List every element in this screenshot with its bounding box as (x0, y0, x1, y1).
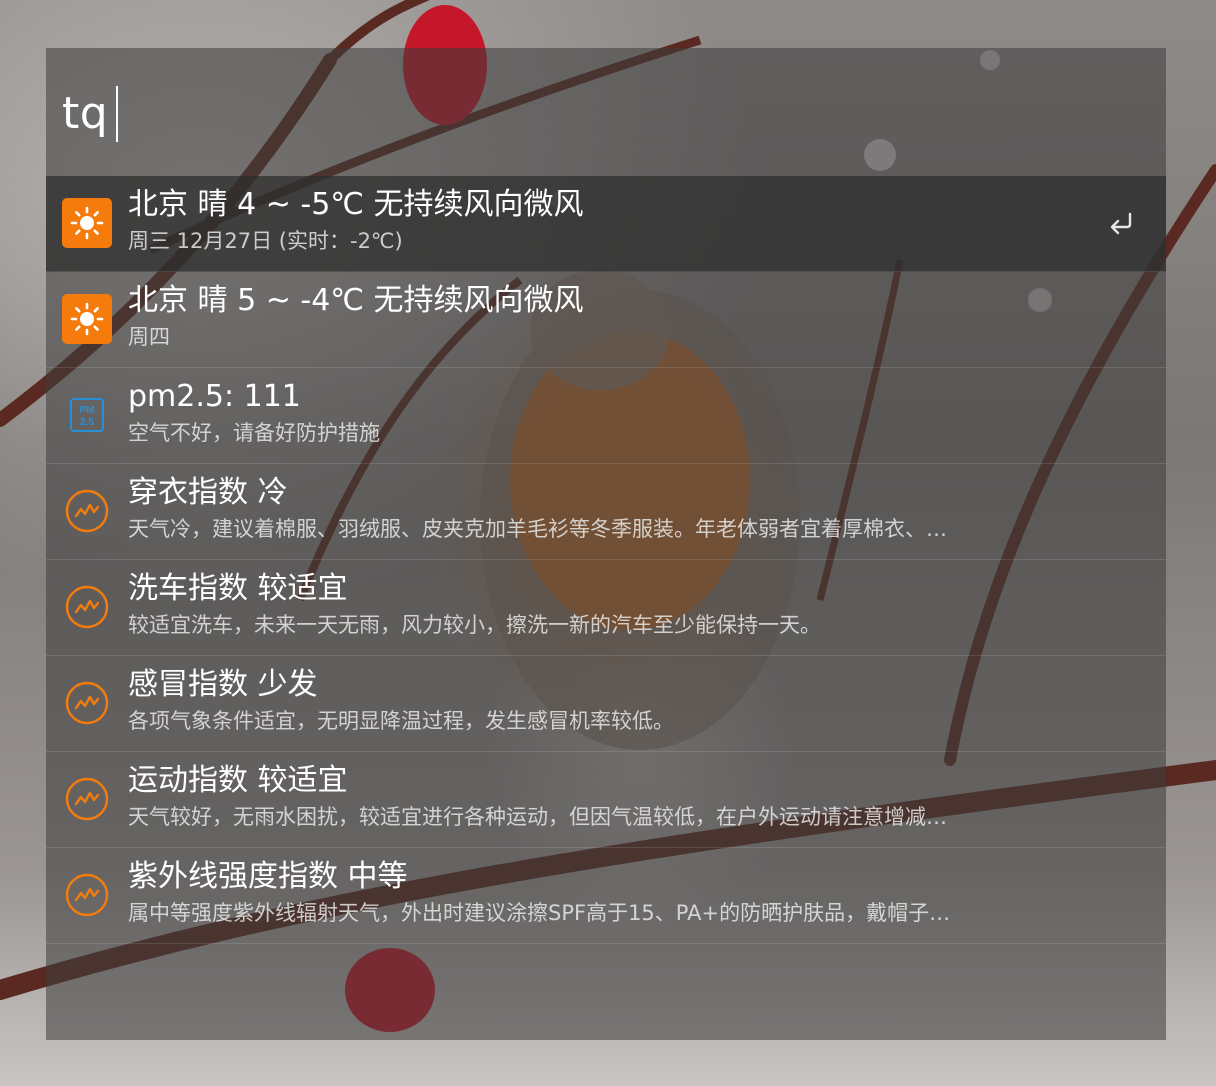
result-title: 洗车指数 较适宜 (128, 571, 348, 606)
result-subtitle: 周三 12月27日 (实时：-2℃) (128, 229, 403, 253)
pm25-icon: PM 2.5 (62, 390, 112, 440)
result-row[interactable]: 北京 晴 4 ~ -5℃ 无持续风向微风 周三 12月27日 (实时：-2℃) (46, 176, 1166, 272)
index-chart-icon (62, 774, 112, 824)
result-row[interactable]: 感冒指数 少发 各项气象条件适宜，无明显降温过程，发生感冒机率较低。 (46, 656, 1166, 752)
result-title: 穿衣指数 冷 (128, 475, 288, 510)
pm25-icon-text-top: PM (80, 405, 95, 416)
result-subtitle: 各项气象条件适宜，无明显降温过程，发生感冒机率较低。 (128, 709, 674, 733)
search-bar[interactable]: tq (46, 48, 1166, 176)
sun-icon (62, 294, 112, 344)
result-row[interactable]: 洗车指数 较适宜 较适宜洗车，未来一天无雨，风力较小，擦洗一新的汽车至少能保持一… (46, 560, 1166, 656)
result-title: 感冒指数 少发 (128, 667, 318, 702)
index-chart-icon (62, 582, 112, 632)
result-row[interactable]: 紫外线强度指数 中等 属中等强度紫外线辐射天气，外出时建议涂擦SPF高于15、P… (46, 848, 1166, 944)
result-subtitle: 属中等强度紫外线辐射天气，外出时建议涂擦SPF高于15、PA+的防晒护肤品，戴帽… (128, 901, 951, 925)
pm25-icon-text-bottom: 2.5 (80, 417, 94, 428)
enter-key-icon (1110, 212, 1132, 235)
result-row[interactable]: 穿衣指数 冷 天气冷，建议着棉服、羽绒服、皮夹克加羊毛衫等冬季服装。年老体弱者宜… (46, 464, 1166, 560)
search-input[interactable]: tq (62, 86, 119, 142)
result-title: 北京 晴 4 ~ -5℃ 无持续风向微风 (128, 187, 584, 222)
result-subtitle: 天气较好，无雨水困扰，较适宜进行各种运动，但因气温较低，在户外运动请注意增减… (128, 805, 947, 829)
launcher-panel: tq 北京 晴 4 ~ -5℃ 无持续风向微风 周三 12月27日 (实时：-2… (46, 48, 1166, 1040)
result-subtitle: 周四 (128, 325, 170, 349)
result-title: pm2.5: 111 (128, 379, 301, 414)
text-caret (116, 86, 119, 142)
result-title: 紫外线强度指数 中等 (128, 859, 408, 894)
index-chart-icon (62, 486, 112, 536)
result-row[interactable]: PM 2.5 pm2.5: 111 空气不好，请备好防护措施 (46, 368, 1166, 464)
search-query: tq (62, 88, 109, 139)
index-chart-icon (62, 678, 112, 728)
result-title: 运动指数 较适宜 (128, 763, 348, 798)
result-title: 北京 晴 5 ~ -4℃ 无持续风向微风 (128, 283, 584, 318)
results-list: 北京 晴 4 ~ -5℃ 无持续风向微风 周三 12月27日 (实时：-2℃) (46, 176, 1166, 944)
sun-icon (62, 198, 112, 248)
result-row[interactable]: 运动指数 较适宜 天气较好，无雨水困扰，较适宜进行各种运动，但因气温较低，在户外… (46, 752, 1166, 848)
result-subtitle: 空气不好，请备好防护措施 (128, 421, 380, 445)
result-subtitle: 天气冷，建议着棉服、羽绒服、皮夹克加羊毛衫等冬季服装。年老体弱者宜着厚棉衣、… (128, 517, 947, 541)
index-chart-icon (62, 870, 112, 920)
result-row[interactable]: 北京 晴 5 ~ -4℃ 无持续风向微风 周四 (46, 272, 1166, 368)
result-subtitle: 较适宜洗车，未来一天无雨，风力较小，擦洗一新的汽车至少能保持一天。 (128, 613, 821, 637)
